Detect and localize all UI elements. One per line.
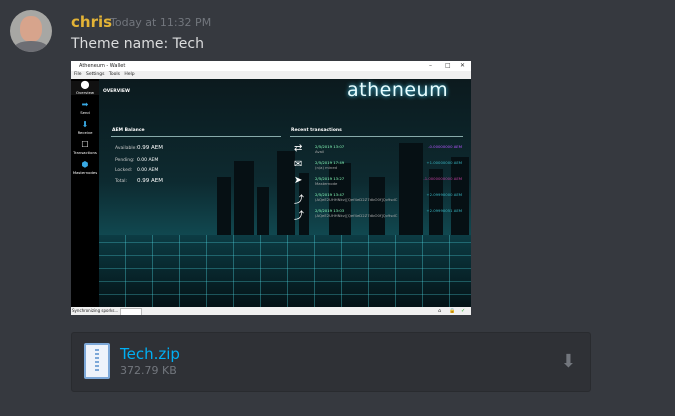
menu-settings: Settings [85, 72, 105, 77]
nav-masternodes: ⬢ Masternodes [71, 160, 99, 176]
transaction-address: (AQeE2UHHNkv)[Qef4eD2Z7dbO0f]Qv9sdC [315, 197, 398, 202]
overview-icon: ⬤ [80, 80, 90, 89]
transaction-row: ➤ 2/5/2019 13:27 Masternode -1.0000000000 A… [290, 175, 466, 190]
wallet-menubar: File Settings Tools Help [71, 71, 471, 79]
transaction-row: ⤴ 2/5/2019 13:03 (AQeE2UHHNkv)[Qef4eD2Z7db… [290, 208, 466, 222]
menu-tools: Tools [108, 72, 120, 77]
transaction-address: Avail [315, 149, 325, 154]
available-value: 0.99 AEM [137, 145, 163, 151]
transaction-amount: -1.0000000000 AEM [423, 176, 462, 181]
balance-title: AEM Balance [112, 128, 145, 133]
wallet-statusbar: Synchronizing sporks... ⌂ 🔒 ✓ [71, 307, 471, 315]
masternodes-icon: ⬢ [81, 160, 89, 169]
recent-transactions-title: Recent transactions [291, 128, 342, 133]
sync-progress-bar [120, 308, 142, 315]
transaction-amount: +2.09990051 AEM [426, 208, 462, 213]
pending-value: 0.00 AEM [137, 158, 159, 163]
transaction-amount: +2.09990000 AEM [426, 192, 462, 197]
user-avatar[interactable] [10, 10, 52, 52]
transaction-amount: +1.00000000 AEM [426, 160, 462, 165]
nav-send-label: Send [80, 110, 90, 115]
locked-label: Locked: [115, 168, 133, 173]
avatar-shirt [14, 41, 48, 52]
transaction-row: ⇄ 2/5/2019 13:07 Avail -0.00000000 AEM [290, 143, 466, 158]
received-icon: ⤴ [294, 211, 304, 222]
locked-value: 0.00 AEM [137, 168, 159, 173]
mined-icon: ✉ [294, 159, 303, 170]
wallet-overview-panel: OVERVIEW atheneum AEM Balance Available:… [99, 79, 471, 307]
transfer-icon: ⇄ [294, 143, 303, 154]
home-icon: ⌂ [438, 308, 442, 314]
divider [290, 136, 463, 137]
transaction-amount: -0.00000000 AEM [428, 144, 462, 149]
zipper-icon [95, 347, 99, 371]
wallet-sidebar: ⬤ Overview ➡ Send ⬇ Receive ☐ Transactio… [71, 79, 99, 307]
avatar-face [20, 16, 42, 42]
atheneum-logo: atheneum [347, 79, 449, 101]
nav-receive: ⬇ Receive [71, 120, 99, 136]
wallet-window-title: Atheneum - Wallet [79, 63, 126, 69]
nav-transactions: ☐ Transactions [71, 140, 99, 156]
send-arrow-icon: ➡ [81, 100, 89, 109]
receive-arrow-icon: ⬇ [81, 120, 89, 129]
page-title: OVERVIEW [103, 89, 130, 94]
minimize-icon: – [429, 62, 432, 69]
attachment-filename-link[interactable]: Tech.zip [120, 345, 180, 363]
username[interactable]: chris [71, 13, 112, 31]
transaction-address: (AQeE2UHHNkv)[Qef4eD2Z7dbO0f]Qv9sdC [315, 213, 398, 218]
transactions-icon: ☐ [81, 140, 89, 149]
attached-image-wallet-screenshot[interactable]: Atheneum - Wallet – □ ✕ File Settings To… [71, 61, 471, 315]
total-value: 0.99 AEM [137, 178, 163, 184]
message-timestamp: Today at 11:32 PM [110, 16, 212, 29]
nav-overview-label: Overview [76, 90, 94, 95]
download-icon[interactable]: ⬇ [561, 351, 576, 372]
wallet-titlebar: Atheneum - Wallet – □ ✕ [71, 61, 471, 71]
pending-label: Pending: [115, 158, 135, 163]
grid-floor [99, 235, 471, 307]
sent-icon: ➤ [294, 175, 303, 186]
nav-send: ➡ Send [71, 100, 99, 116]
nav-overview: ⬤ Overview [71, 81, 99, 95]
divider [111, 136, 281, 137]
close-icon: ✕ [460, 62, 466, 69]
zip-file-icon [84, 343, 110, 379]
check-icon: ✓ [461, 308, 466, 314]
lock-icon: 🔒 [449, 308, 456, 314]
menu-help: Help [124, 72, 135, 77]
attachment-size: 372.79 KB [120, 364, 177, 377]
transaction-address: Masternode [315, 181, 338, 186]
total-label: Total: [115, 179, 128, 184]
nav-transactions-label: Transactions [73, 150, 97, 155]
maximize-icon: □ [445, 62, 451, 69]
transaction-row: ✉ 2/5/2019 17:49 (n/a) mined +1.00000000 AE… [290, 159, 466, 174]
menu-file: File [74, 72, 82, 77]
file-attachment: Tech.zip 372.79 KB ⬇ [71, 332, 591, 392]
message-text: Theme name: Tech [71, 36, 204, 52]
transaction-address: (n/a) mined [315, 165, 338, 170]
nav-masternodes-label: Masternodes [72, 170, 98, 175]
transaction-row: ⤴ 2/5/2019 13:47 (AQeE2UHHNkv)[Qef4eD2Z7db… [290, 192, 466, 206]
available-label: Available: [115, 146, 137, 151]
received-icon: ⤴ [294, 195, 304, 206]
sync-status-text: Synchronizing sporks... [72, 308, 119, 313]
nav-receive-label: Receive [77, 130, 93, 135]
